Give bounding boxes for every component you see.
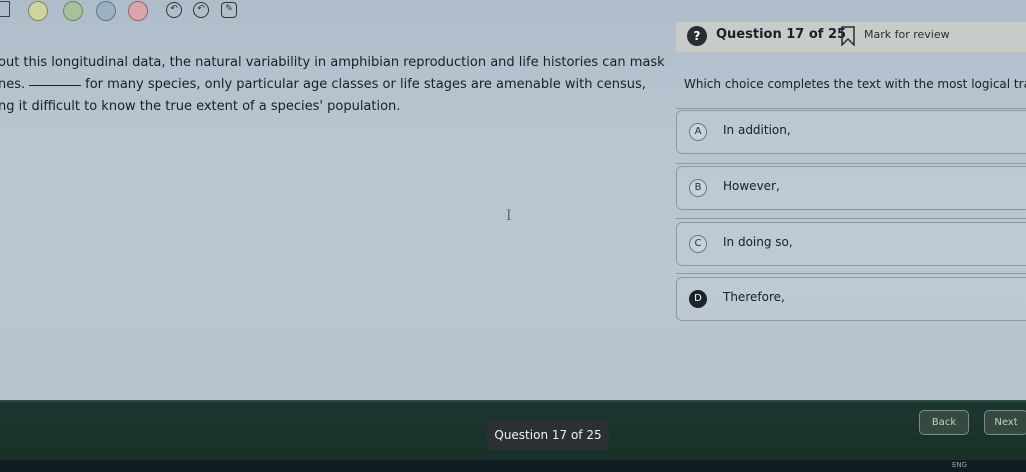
undo-icon[interactable]: ↶ [166,2,182,18]
passage-line-2-end: for many species, only particular age cl… [85,77,646,92]
question-pager-button[interactable]: Question 17 of 25 [487,420,609,450]
choice-divider [676,163,1026,164]
os-taskbar [0,460,1026,472]
language-indicator[interactable]: ENG [952,461,967,469]
choice-text-a: In addition, [723,123,791,137]
next-button[interactable]: Next [984,410,1026,435]
help-badge: ? [687,26,707,46]
passage-line-3: ng it difficult to know the true extent … [0,99,401,114]
passage-text: out this longitudinal data, the natural … [0,52,665,118]
question-prompt: Which choice completes the text with the… [684,77,1026,91]
circle-icon[interactable] [96,1,116,21]
text-cursor-icon: I [506,208,512,224]
circle-icon[interactable] [28,1,48,21]
answer-blank [29,85,82,86]
choice-a[interactable]: A In addition, [676,110,1026,154]
choice-divider [676,218,1026,219]
back-button[interactable]: Back [919,410,969,435]
choice-divider [676,273,1026,274]
passage-line-2-start: nes. [0,77,26,92]
choice-text-c: In doing so, [723,235,793,249]
menu-icon[interactable] [0,1,10,17]
choice-text-b: However, [723,179,780,193]
choice-c[interactable]: C In doing so, [676,222,1026,266]
choice-letter-b: B [689,179,707,197]
passage-line-2: nes. for many species, only particular ag… [0,74,660,96]
question-number-label: Question 17 of 25 [716,27,847,42]
choice-letter-d: D [689,290,707,308]
choice-letter-a: A [689,123,707,141]
passage-line-1: out this longitudinal data, the natural … [0,55,665,70]
choice-text-d: Therefore, [723,290,785,304]
circle-icon[interactable] [63,1,83,21]
highlight-icon[interactable]: ✎ [221,2,237,18]
choice-b[interactable]: B However, [676,166,1026,210]
choice-d[interactable]: D Therefore, [676,277,1026,321]
toolbar: ↶ ↶ ✎ [0,0,1026,22]
undo-icon[interactable]: ↶ [193,2,209,18]
bookmark-icon[interactable] [840,26,856,46]
circle-icon[interactable] [128,1,148,21]
choice-letter-c: C [689,235,707,253]
prompt-divider [676,108,1026,109]
mark-for-review-button[interactable]: Mark for review [864,28,950,41]
